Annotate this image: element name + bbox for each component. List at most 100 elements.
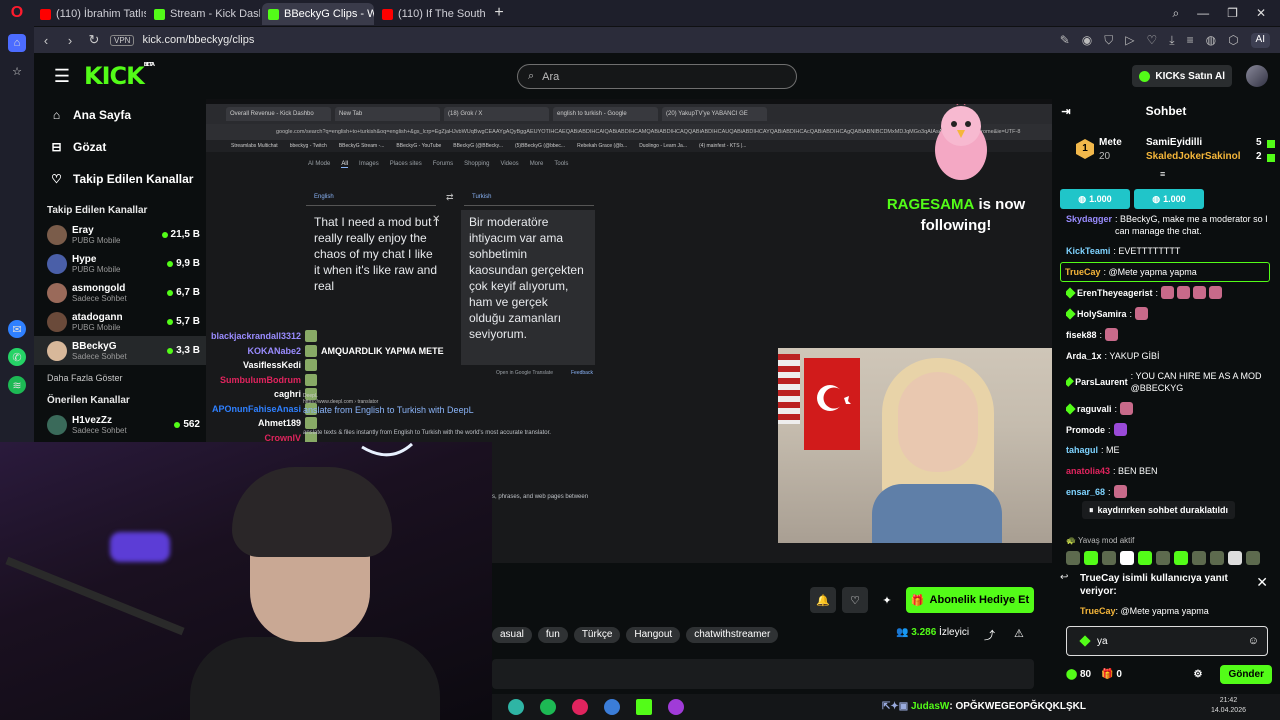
hamburger-icon[interactable]: ☰ [42,66,82,87]
camera-icon[interactable]: ◉ [1082,33,1092,48]
vpn-badge[interactable]: VPN [110,34,135,46]
chat-username[interactable]: ensar_68 [1066,486,1105,498]
chat-message[interactable]: KickTeami: EVETTTTTTTT [1066,241,1272,262]
close-reply-icon[interactable]: ✕ [1256,574,1268,591]
url-field[interactable]: kick.com/bbeckyg/clips [142,34,1059,46]
channel-item[interactable]: H1vezZz Sadece Sohbet 562 [34,410,206,439]
stream-tag[interactable]: asual [492,627,532,643]
star-icon[interactable]: ☆ [8,62,26,80]
home-icon[interactable]: ⌂ [8,34,26,52]
chat-message[interactable]: tahagul: ME [1066,440,1272,461]
chat-username[interactable]: Promode [1066,424,1105,436]
chat-message[interactable]: Skydagger: BBeckyG, make me a moderator … [1066,209,1272,241]
chat-message[interactable]: ErenTheyeagerist: [1066,282,1272,303]
channel-item[interactable]: BBeckyG Sadece Sohbet 3,3 B [34,336,206,365]
send-button[interactable]: Gönder [1220,664,1272,684]
heart-icon[interactable]: ♡ [1146,33,1157,48]
chat-username[interactable]: Skydagger [1066,213,1112,225]
browser-tab[interactable]: (110) İbrahim Tatlıses - Sa✕ [34,3,146,25]
settings-icon[interactable]: ⚙ [1193,669,1202,680]
cube-icon[interactable]: ⬡ [1228,33,1238,48]
bell-icon[interactable]: 🔔 [810,587,836,613]
chat-input[interactable]: ya ☺ [1066,626,1268,656]
back-icon[interactable]: ‹ [34,33,58,48]
share-icon[interactable]: ⤴ [984,627,995,643]
search-input[interactable]: ⌕ Ara [517,64,797,89]
chat-message[interactable]: anatolia43: BEN BEN [1066,461,1272,482]
play-icon[interactable]: ▷ [1125,33,1134,48]
sparkle-icon[interactable]: ✦ [874,587,900,613]
nav-item[interactable]: ⊟ Gözat [34,131,206,163]
chat-username[interactable]: fisek88 [1066,329,1097,341]
messenger-icon[interactable]: ✉ [8,320,26,338]
buy-kicks-button[interactable]: KICKs Satın Al [1132,65,1232,87]
emoji-icon[interactable]: ☺ [1248,635,1259,647]
shield-icon[interactable]: ⛉ [1104,33,1113,48]
chat-message[interactable]: raguvali: [1066,398,1272,419]
gift-sub-button[interactable]: 🎁 Abonelik Hediye Et [906,587,1034,613]
ai-button[interactable]: AI [1250,32,1270,48]
kick-logo[interactable]: KICKBETA [84,62,155,90]
channel-item[interactable]: atadogann PUBG Mobile 5,7 B [34,307,206,336]
follow-heart-icon[interactable]: ♡ [842,587,868,613]
chat-message[interactable]: fisek88: [1066,324,1272,345]
chat-username[interactable]: KickTeami [1066,245,1110,257]
restore-icon[interactable]: ❐ [1227,6,1238,21]
close-icon[interactable]: ✕ [1256,6,1266,21]
new-tab-button[interactable]: + [488,2,510,24]
kick-taskbar-icon[interactable] [636,699,652,715]
spotify-icon[interactable]: ≋ [8,376,26,394]
chat-message[interactable]: Promode: [1066,419,1272,440]
chat-username[interactable]: HolySamira [1077,308,1127,320]
expand-icon[interactable]: ≡ [1160,169,1165,179]
chat-username[interactable]: ErenTheyeagerist [1077,287,1153,299]
chat-message[interactable]: Arda_1x: YAKUP GİBİ [1066,345,1272,366]
pinned-gift[interactable]: ◍ 1.000 [1060,189,1130,209]
app-icon-4[interactable] [604,699,620,715]
stream-tag[interactable]: Hangout [626,627,681,643]
channel-item[interactable]: asmongold Sadece Sohbet 6,7 B [34,278,206,307]
stream-tag[interactable]: fun [537,627,568,643]
stream-tag[interactable]: chatwithstreamer [686,627,779,643]
app-icon-3[interactable] [572,699,588,715]
channel-item[interactable]: Eray PUBG Mobile 21,5 B [34,220,206,249]
chat-username[interactable]: ParsLaurent [1075,376,1128,388]
app-icon-1[interactable] [508,699,524,715]
chat-username[interactable]: TrueCay [1065,266,1101,278]
stream-tag[interactable]: Türkçe [573,627,621,643]
forward-icon[interactable]: › [58,33,82,48]
chat-username[interactable]: Arda_1x [1066,350,1102,362]
minimize-icon[interactable]: — [1197,6,1209,21]
profile-icon[interactable]: ◍ [1206,33,1216,48]
gift-count[interactable]: 🎁 0 [1101,669,1122,680]
collapse-chat-icon[interactable]: ⇥ [1052,105,1080,118]
spotify-taskbar-icon[interactable] [540,699,556,715]
user-avatar[interactable] [1246,65,1268,87]
browser-tab[interactable]: (110) If The South Woulda✕ [376,3,488,25]
pinned-gift[interactable]: ◍ 1.000 [1134,189,1204,209]
chat-username[interactable]: raguvali [1077,403,1112,415]
points-display[interactable]: ⬤ 80 [1066,669,1091,680]
chat-username[interactable]: tahagul [1066,444,1098,456]
nav-item[interactable]: ♡ Takip Edilen Kanallar [34,163,206,195]
browser-tab[interactable]: BBeckyG Clips - Watc✕ [262,3,374,25]
chat-username[interactable]: anatolia43 [1066,465,1110,477]
emote-bar[interactable] [1066,551,1260,565]
app-icon-6[interactable] [668,699,684,715]
chat-message[interactable]: ParsLaurent: YOU CAN HIRE ME AS A MOD @B… [1066,366,1272,398]
show-more-link[interactable]: Daha Fazla Göster [34,365,206,391]
chat-message[interactable]: HolySamira: [1066,303,1272,324]
browser-tab[interactable]: Stream - Kick Dashboard✕ [148,3,260,25]
search-tabs-icon[interactable]: ⌕ [1172,6,1179,21]
channel-item[interactable]: Hype PUBG Mobile 9,9 B [34,249,206,278]
nav-item[interactable]: ⌂ Ana Sayfa [34,99,206,131]
opera-logo[interactable]: O [0,0,34,26]
download-icon[interactable]: ⤓ [1169,33,1174,48]
reload-icon[interactable]: ↻ [82,32,106,48]
menu-icon[interactable]: ≡ [1187,33,1194,48]
whatsapp-icon[interactable]: ✆ [8,348,26,366]
chat-message[interactable]: TrueCay: @Mete yapma yapma [1060,261,1270,283]
chat-paused-badge[interactable]: ⏸ kaydırırken sohbet duraklatıldı [1082,501,1236,519]
chat-message[interactable]: ensar_68: [1066,481,1272,502]
edit-icon[interactable]: ✎ [1060,33,1070,48]
